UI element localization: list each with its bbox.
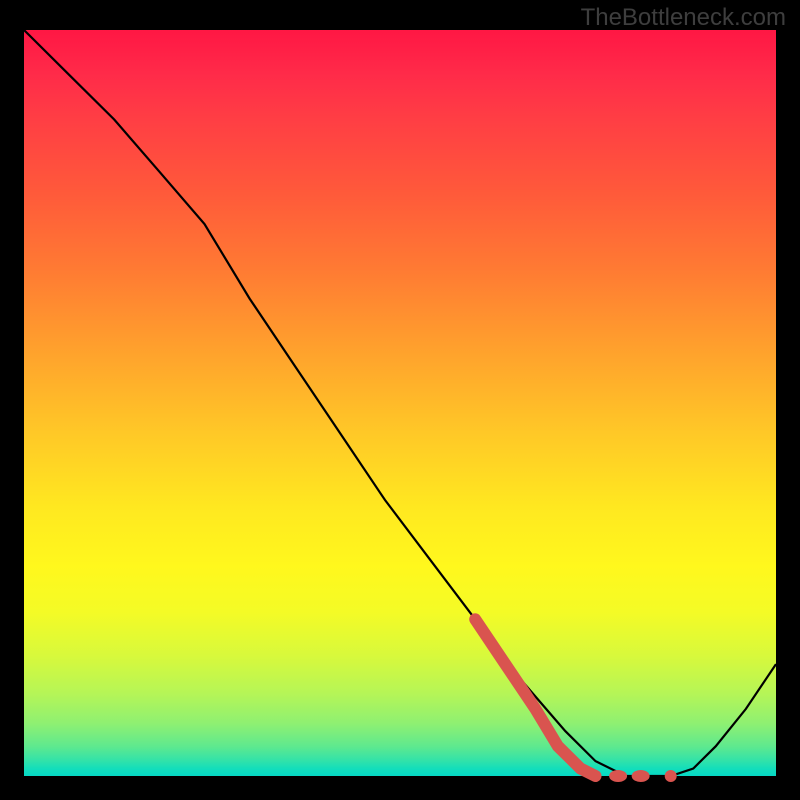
watermark-source: TheBottleneck.com [581,4,786,32]
chart-svg [24,30,776,776]
red-dot [609,770,627,782]
red-dot [665,770,677,782]
red-dots [609,770,677,782]
black-curve [24,30,776,776]
red-dot [632,770,650,782]
chart-gradient-area [24,30,776,776]
